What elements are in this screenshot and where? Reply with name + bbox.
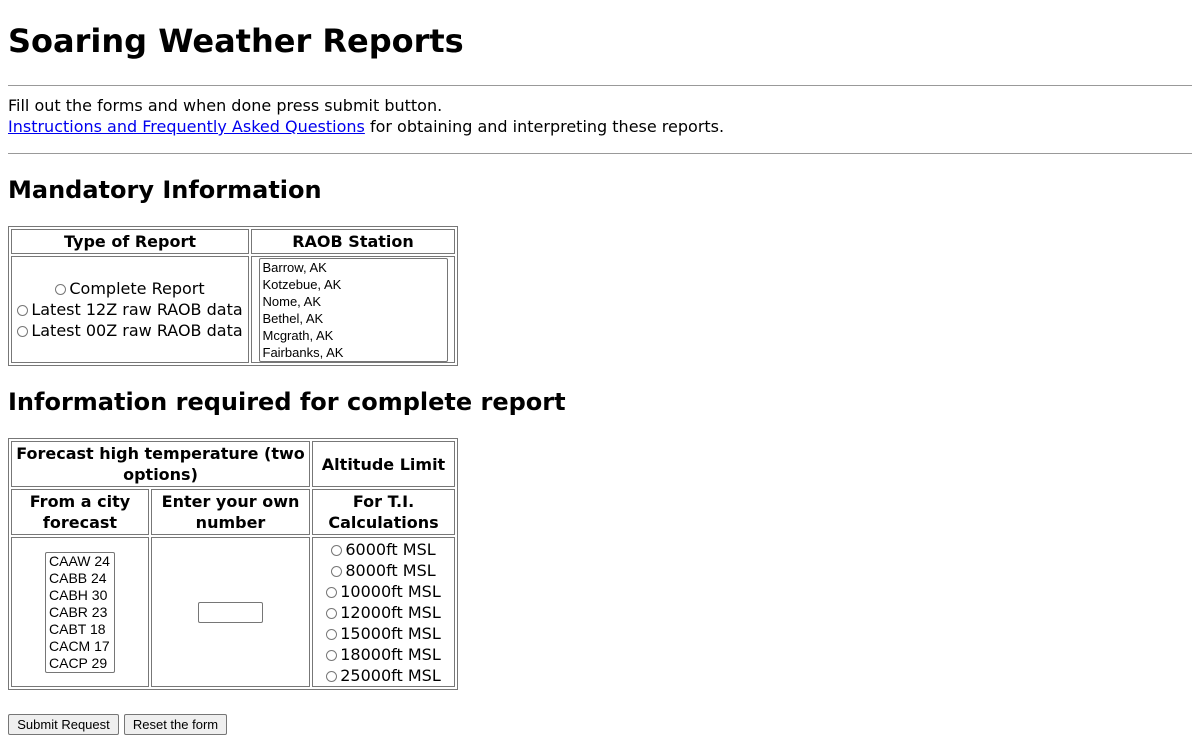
raob-station-header: RAOB Station [251,229,455,254]
report-type-label: Complete Report [69,279,205,298]
city-forecast-cell: CAAW 24 CABB 24 CABH 30 CABR 23 CABT 18 … [11,537,149,687]
page-title: Soaring Weather Reports [8,22,464,60]
station-cell: Barrow, AK Kotzebue, AK Nome, AK Bethel,… [251,256,455,363]
altitude-label: 25000ft MSL [340,665,441,685]
intro-text: Fill out the forms and when done press s… [8,95,724,137]
city-option[interactable]: CABR 23 [46,604,114,621]
altitude-label: 10000ft MSL [340,581,441,601]
altitude-25000[interactable]: 25000ft MSL [313,665,454,686]
altitude-18000[interactable]: 18000ft MSL [313,644,454,665]
altitude-label: 12000ft MSL [340,602,441,622]
city-option[interactable]: CABH 30 [46,587,114,604]
radio-icon[interactable] [326,649,338,661]
station-option[interactable]: Barrow, AK [260,259,447,276]
complete-report-table: Forecast high temperature (two options) … [8,438,458,690]
city-forecast-header: From a city forecast [11,489,149,535]
type-of-report-header: Type of Report [11,229,249,254]
altitude-10000[interactable]: 10000ft MSL [313,581,454,602]
city-option[interactable]: CABB 24 [46,570,114,587]
radio-icon[interactable] [55,284,67,295]
altitude-8000[interactable]: 8000ft MSL [313,560,454,581]
own-number-cell [151,537,310,687]
city-option[interactable]: CACM 17 [46,638,114,655]
intro-line: Fill out the forms and when done press s… [8,96,443,115]
report-type-label: Latest 00Z raw RAOB data [31,321,243,340]
station-option[interactable]: Mcgrath, AK [260,327,447,344]
radio-icon[interactable] [326,586,338,598]
report-type-label: Latest 12Z raw RAOB data [31,300,243,319]
altitude-label: 8000ft MSL [345,560,436,580]
station-listbox[interactable]: Barrow, AK Kotzebue, AK Nome, AK Bethel,… [258,257,448,362]
city-option[interactable]: CABT 18 [46,621,114,638]
report-type-complete[interactable]: Complete Report [12,278,248,299]
report-type-cell: Complete Report Latest 12Z raw RAOB data… [11,256,249,363]
station-option[interactable]: Fairbanks, AK [260,344,447,361]
altitude-cell: 6000ft MSL 8000ft MSL 10000ft MSL 12000f… [312,537,455,687]
radio-icon[interactable] [326,670,338,682]
city-option[interactable]: CAAW 24 [46,553,114,570]
own-temperature-input[interactable] [198,601,263,623]
radio-icon[interactable] [17,305,29,316]
divider [8,85,1192,86]
altitude-12000[interactable]: 12000ft MSL [313,602,454,623]
altitude-limit-header: Altitude Limit [312,441,455,487]
report-type-00z[interactable]: Latest 00Z raw RAOB data [12,320,248,341]
own-number-header: Enter your own number [151,489,310,535]
city-option[interactable]: CACP 29 [46,655,114,672]
radio-icon[interactable] [326,628,338,640]
radio-icon[interactable] [331,565,343,577]
forecast-temp-header: Forecast high temperature (two options) [11,441,310,487]
faq-link[interactable]: Instructions and Frequently Asked Questi… [8,117,365,136]
station-option[interactable]: Kotzebue, AK [260,276,447,293]
station-option[interactable]: Nome, AK [260,293,447,310]
city-forecast-listbox[interactable]: CAAW 24 CABB 24 CABH 30 CABR 23 CABT 18 … [45,551,115,673]
report-type-12z[interactable]: Latest 12Z raw RAOB data [12,299,248,320]
mandatory-table: Type of Report RAOB Station Complete Rep… [8,226,458,366]
altitude-15000[interactable]: 15000ft MSL [313,623,454,644]
reset-button[interactable]: Reset the form [124,714,227,735]
ti-calculations-header: For T.I. Calculations [312,489,455,535]
radio-icon[interactable] [17,326,29,337]
divider [8,153,1192,154]
altitude-label: 15000ft MSL [340,623,441,643]
radio-icon[interactable] [331,544,343,556]
station-option[interactable]: Bethel, AK [260,310,447,327]
altitude-label: 18000ft MSL [340,644,441,664]
faq-suffix: for obtaining and interpreting these rep… [364,117,725,136]
page: Soaring Weather Reports Fill out the for… [0,0,1200,740]
mandatory-heading: Mandatory Information [8,176,322,204]
radio-icon[interactable] [326,607,338,619]
altitude-label: 6000ft MSL [345,539,436,559]
submit-button[interactable]: Submit Request [8,714,119,735]
altitude-6000[interactable]: 6000ft MSL [313,539,454,560]
complete-report-heading: Information required for complete report [8,388,566,416]
